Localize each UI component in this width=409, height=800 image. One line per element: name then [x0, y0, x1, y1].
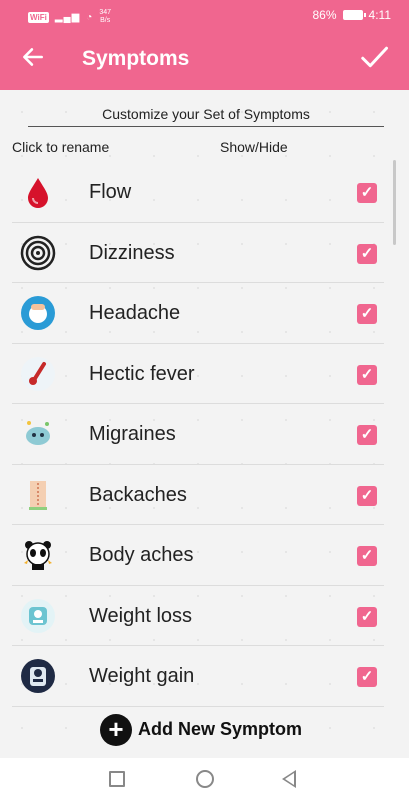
headache-icon: [20, 295, 56, 331]
content-area: Customize your Set of Symptoms Click to …: [0, 90, 409, 758]
system-nav-bar: [0, 758, 409, 800]
symptom-row[interactable]: Migraines ✓: [12, 404, 384, 465]
symptom-label[interactable]: Migraines: [89, 423, 176, 446]
back-icon: [20, 477, 56, 513]
intro-text: Customize your Set of Symptoms: [28, 106, 384, 127]
show-checkbox[interactable]: ✓: [357, 667, 377, 687]
show-checkbox[interactable]: ✓: [357, 606, 377, 627]
column-header-show-hide: Show/Hide: [220, 139, 288, 155]
home-icon[interactable]: [196, 770, 214, 788]
show-checkbox[interactable]: ✓: [357, 304, 377, 324]
add-new-symptom-label[interactable]: Add New Symptom: [138, 719, 302, 740]
show-checkbox[interactable]: ✓: [357, 364, 377, 385]
wifi-icon: ◔: [86, 11, 94, 23]
battery-percent: 86%: [312, 8, 337, 22]
spiral-icon: [20, 235, 56, 271]
symptom-label[interactable]: Flow: [89, 181, 131, 204]
show-checkbox[interactable]: ✓: [357, 243, 377, 264]
symptom-row[interactable]: Flow ✓: [12, 162, 384, 223]
symptom-row[interactable]: Hectic fever ✓: [12, 344, 384, 404]
status-bar: WiFi ▂▄▆ ◔ 347 B/s 86% 4:11: [0, 0, 409, 30]
plus-icon[interactable]: +: [100, 714, 132, 746]
blood-drop-icon: [20, 174, 56, 210]
wifi-chip: WiFi: [28, 11, 49, 23]
symptom-row[interactable]: Backaches ✓: [12, 465, 384, 525]
panda-icon: [20, 537, 56, 573]
symptom-label[interactable]: Hectic fever: [89, 363, 195, 386]
scale-dark-icon: [20, 658, 56, 694]
symptom-row[interactable]: Weight gain ✓: [12, 646, 384, 707]
symptom-row[interactable]: Dizziness ✓: [12, 223, 384, 283]
symptom-list: Flow ✓ Dizziness ✓ Headache ✓ Hectic fev…: [12, 162, 384, 707]
symptom-label[interactable]: Backaches: [89, 484, 187, 507]
app-bar: Symptoms: [0, 30, 409, 90]
scale-icon: [20, 598, 56, 634]
show-checkbox[interactable]: ✓: [357, 425, 377, 445]
symptom-label[interactable]: Dizziness: [89, 242, 175, 265]
thermometer-icon: [20, 356, 56, 392]
signal-icon: ▂▄▆: [54, 11, 81, 23]
column-header-rename: Click to rename: [12, 139, 110, 155]
symptom-row[interactable]: Weight loss ✓: [12, 586, 384, 646]
show-checkbox[interactable]: ✓: [357, 485, 377, 506]
symptom-label[interactable]: Body aches: [89, 544, 194, 567]
back-arrow-icon[interactable]: [20, 44, 50, 74]
confirm-check-icon[interactable]: [357, 42, 391, 76]
symptom-label[interactable]: Weight gain: [89, 665, 194, 688]
page-title: Symptoms: [82, 47, 190, 70]
brain-icon: [20, 416, 56, 452]
network-speed: 347 B/s: [99, 9, 112, 24]
add-new-symptom-button[interactable]: + Add New Symptom: [0, 702, 409, 758]
symptom-label[interactable]: Headache: [89, 302, 180, 325]
back-nav-icon[interactable]: [282, 770, 296, 788]
scrollbar[interactable]: [393, 160, 396, 245]
show-checkbox[interactable]: ✓: [357, 183, 377, 203]
battery-icon: [342, 10, 366, 20]
symptom-row[interactable]: Headache ✓: [12, 283, 384, 344]
symptom-label[interactable]: Weight loss: [89, 605, 192, 628]
recents-icon[interactable]: [109, 771, 125, 787]
show-checkbox[interactable]: ✓: [357, 546, 377, 566]
symptom-row[interactable]: Body aches ✓: [12, 525, 384, 586]
clock: 4:11: [368, 8, 391, 22]
